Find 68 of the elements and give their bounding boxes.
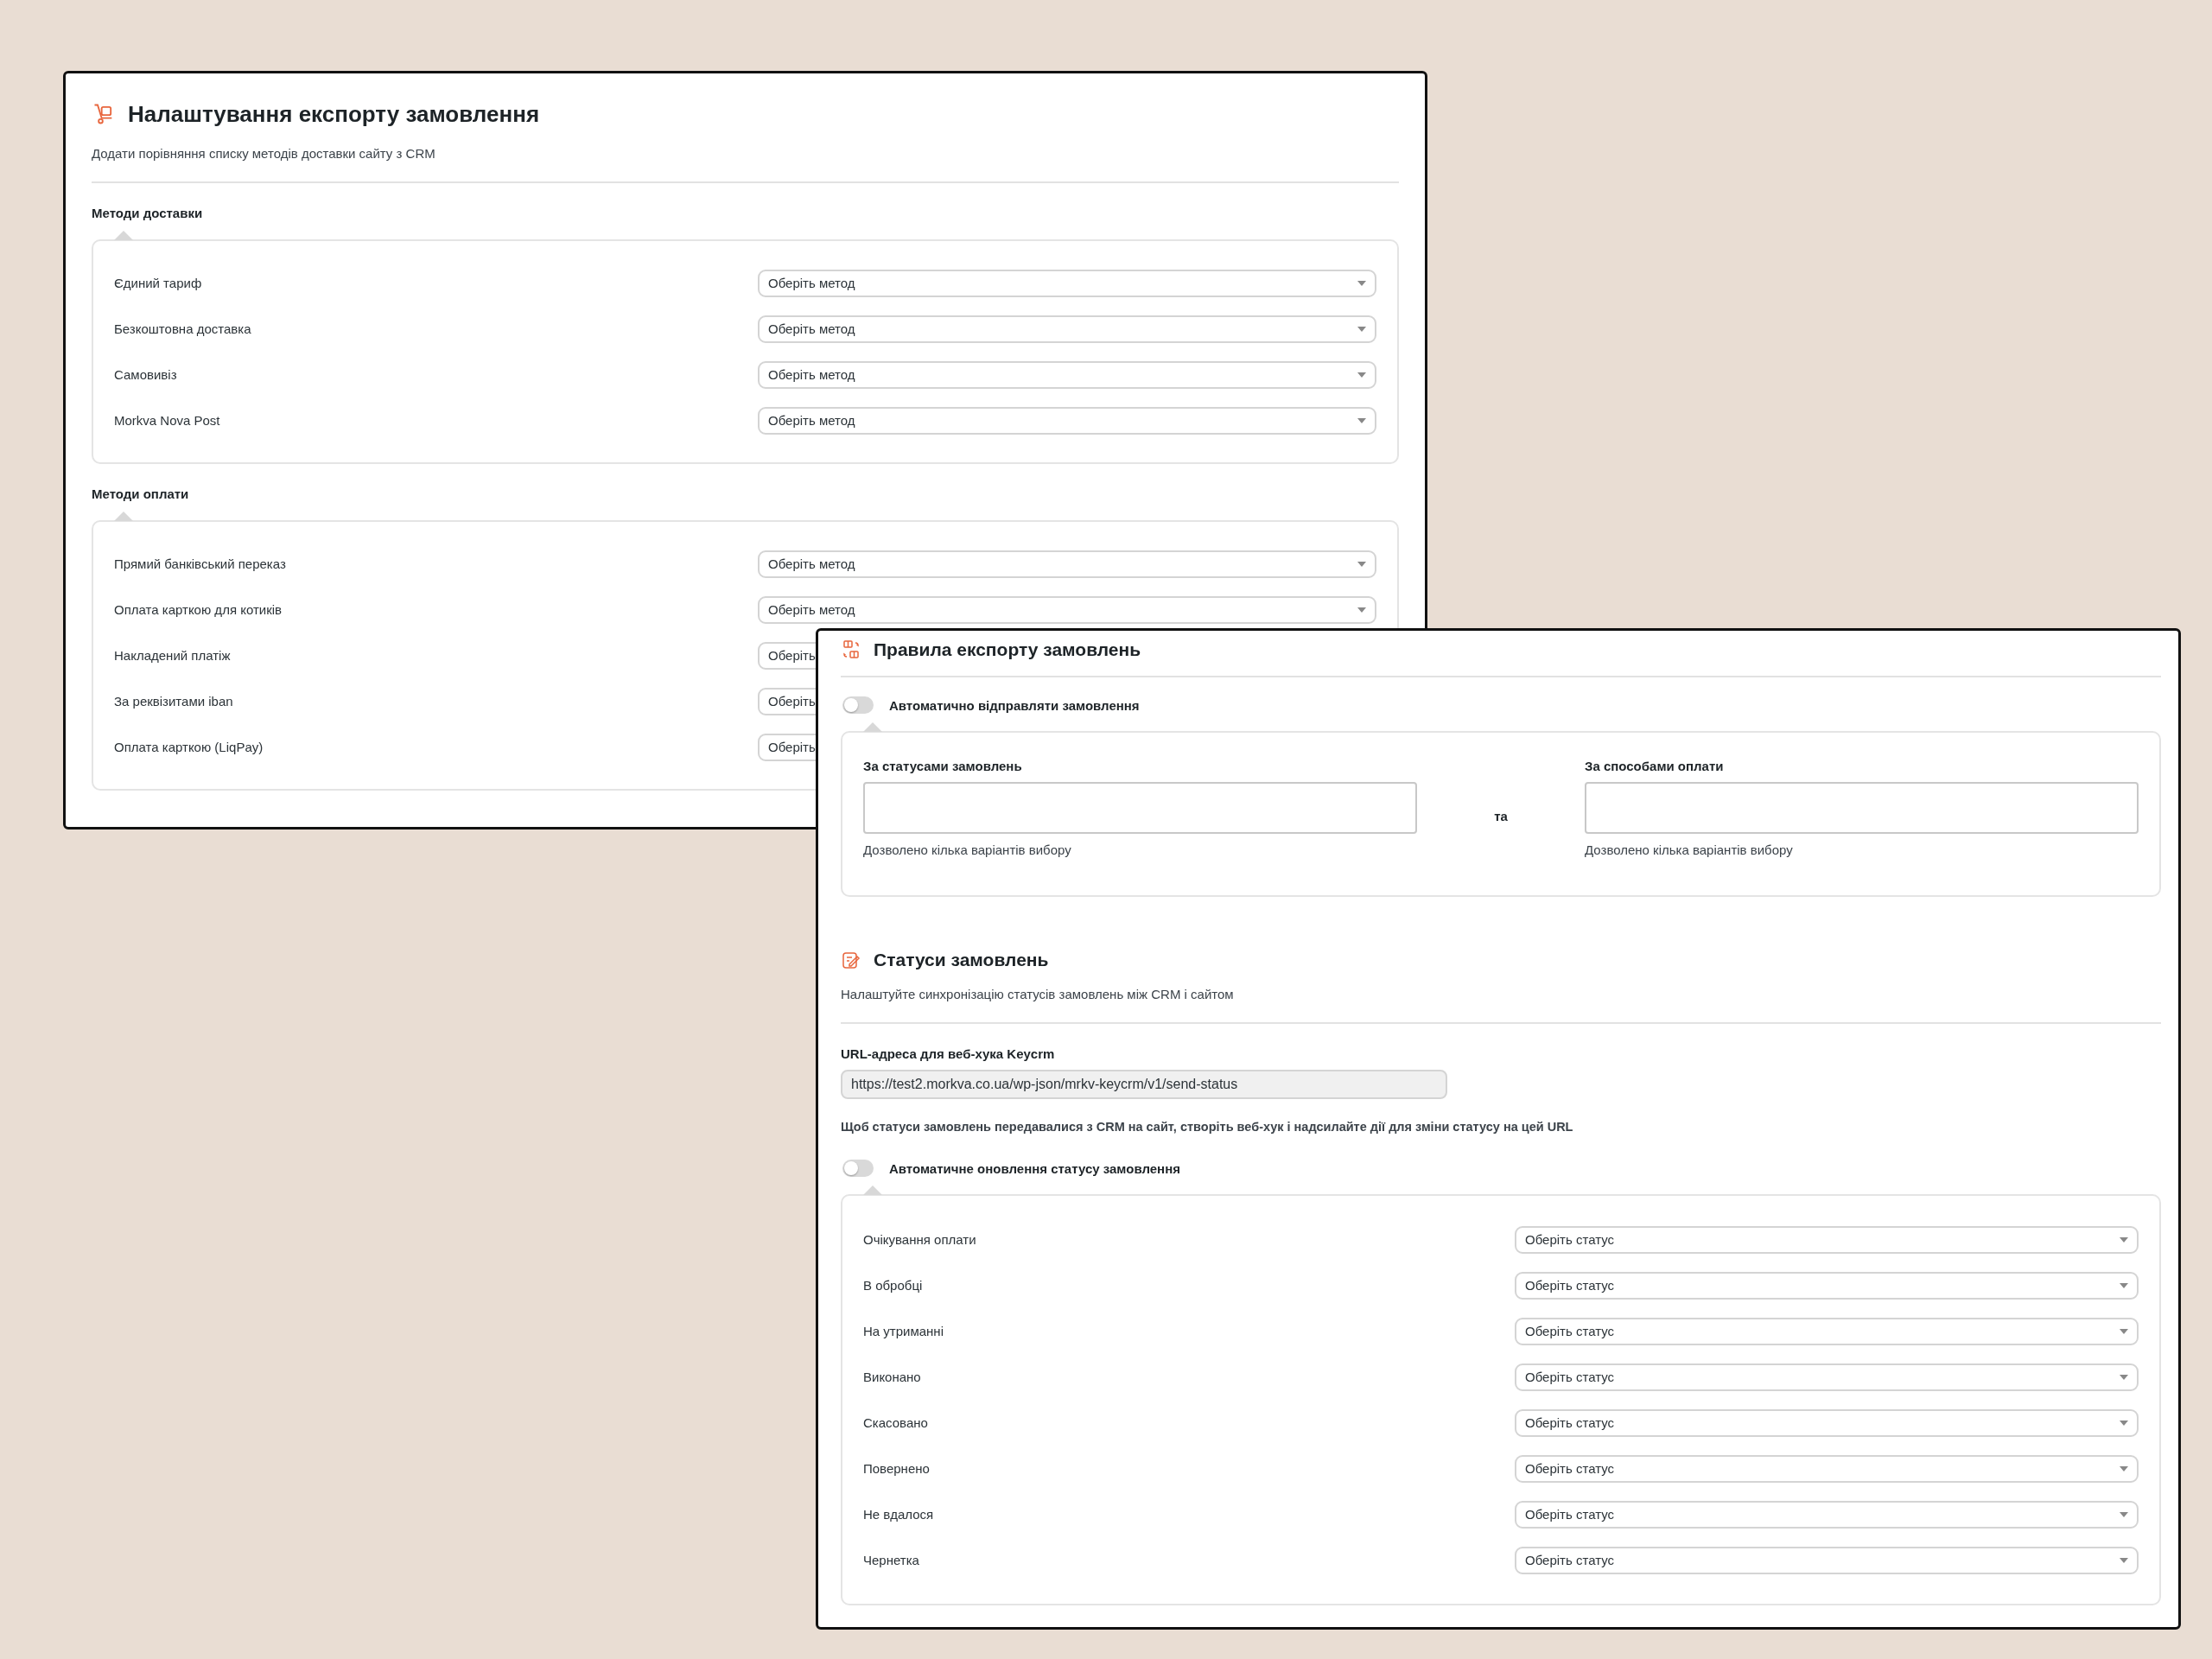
caret-icon [1357, 372, 1366, 378]
section-heading: Методи доставки [92, 206, 204, 220]
status-dropdown[interactable]: Оберіть статус [1515, 1225, 2139, 1254]
subtitle: Додати порівняння списку методів доставки сайту з CRM [92, 146, 436, 161]
status-dropdown[interactable]: Оберіть статус [1515, 1408, 2139, 1437]
status-label: Чернетка [863, 1553, 920, 1567]
row-label: Безкоштовна доставка [114, 321, 252, 336]
method-dropdown[interactable]: Оберіть метод [758, 406, 1376, 435]
method-dropdown[interactable]: Оберіть метод [758, 595, 1376, 624]
status-dropdown[interactable]: Оберіть статус [1515, 1546, 2139, 1574]
method-dropdown[interactable]: Оберіть метод [758, 315, 1376, 343]
caret-icon [2120, 1511, 2128, 1517]
row-label: За реквізитами iban [114, 694, 234, 709]
status-label: Не вдалося [863, 1507, 935, 1522]
window-title: Правила експорту замовлень [874, 639, 1141, 660]
multiselect-field[interactable] [863, 782, 1417, 834]
url-field[interactable]: https://test2.morkva.co.ua/wp-json/mrkv-keycrm/v1/send-status [841, 1070, 1447, 1099]
status-dropdown[interactable]: Оберіть статус [1515, 1363, 2139, 1391]
row-label: Morkva Nova Post [114, 413, 221, 428]
toggle-switch[interactable] [842, 696, 874, 714]
boxes-arrows-icon [841, 639, 861, 660]
help-text: Щоб статуси замовлень передавалися з CRM на сайт, створіть веб-хук і надсилайте дії для зміни статусу на цей URL [841, 1120, 1574, 1134]
toggle-label: Автоматично відправляти замовлення [889, 697, 1140, 713]
section-title: Статуси замовлень [874, 950, 1049, 970]
filter-heading: За способами оплати [1585, 759, 1725, 773]
row-label: Накладений платіж [114, 648, 232, 663]
caret-icon [1357, 561, 1366, 567]
method-dropdown[interactable]: Оберіть метод [758, 269, 1376, 297]
status-label: В обробці [863, 1278, 924, 1293]
row-label: Оплата карткою (LiqPay) [114, 740, 264, 754]
toggle-switch[interactable] [842, 1160, 874, 1177]
row-label: Прямий банківський переказ [114, 556, 287, 571]
hint-text: Дозволено кілька варіантів вибору [863, 842, 1072, 857]
status-dropdown[interactable]: Оберіть статус [1515, 1500, 2139, 1529]
status-label: Виконано [863, 1370, 922, 1384]
method-dropdown[interactable]: Оберіть метод [758, 360, 1376, 389]
caret-icon [2120, 1557, 2128, 1563]
method-dropdown[interactable]: Оберіть метод [758, 550, 1376, 578]
subtitle: Налаштуйте синхронізацію статусів замовлень між CRM і сайтом [841, 987, 1235, 1001]
window-title: Налаштування експорту замовлення [128, 100, 540, 128]
notepad-pen-icon [841, 950, 861, 970]
toggle-label: Автоматичне оновлення статусу замовлення [889, 1160, 1180, 1176]
status-dropdown[interactable]: Оберіть статус [1515, 1271, 2139, 1300]
row-label: Оплата карткою для котиків [114, 602, 283, 617]
row-label: Єдиний тариф [114, 276, 203, 290]
caret-icon [2120, 1465, 2128, 1471]
caret-icon [2120, 1374, 2128, 1380]
row-label: Самовивіз [114, 367, 178, 382]
connector-label: та [1493, 807, 1509, 823]
caret-icon [2120, 1420, 2128, 1426]
status-label: Повернено [863, 1461, 931, 1476]
caret-icon [2120, 1282, 2128, 1288]
caret-icon [1357, 326, 1366, 332]
section-heading: Методи оплати [92, 486, 190, 501]
filter-heading: За статусами замовлень [863, 759, 1023, 773]
status-dropdown[interactable]: Оберіть статус [1515, 1454, 2139, 1483]
status-label: На утриманні [863, 1324, 944, 1338]
field-label: URL-адреса для веб-хука Keycrm [841, 1046, 1056, 1061]
caret-icon [2120, 1328, 2128, 1334]
hint-text: Дозволено кілька варіантів вибору [1585, 842, 1794, 857]
status-label: Скасовано [863, 1415, 929, 1430]
status-dropdown[interactable]: Оберіть статус [1515, 1317, 2139, 1345]
caret-icon [2120, 1236, 2128, 1243]
caret-icon [1357, 607, 1366, 613]
caret-icon [1357, 417, 1366, 423]
status-label: Очікування оплати [863, 1232, 977, 1247]
caret-icon [1357, 280, 1366, 286]
multiselect-field[interactable] [1585, 782, 2139, 834]
